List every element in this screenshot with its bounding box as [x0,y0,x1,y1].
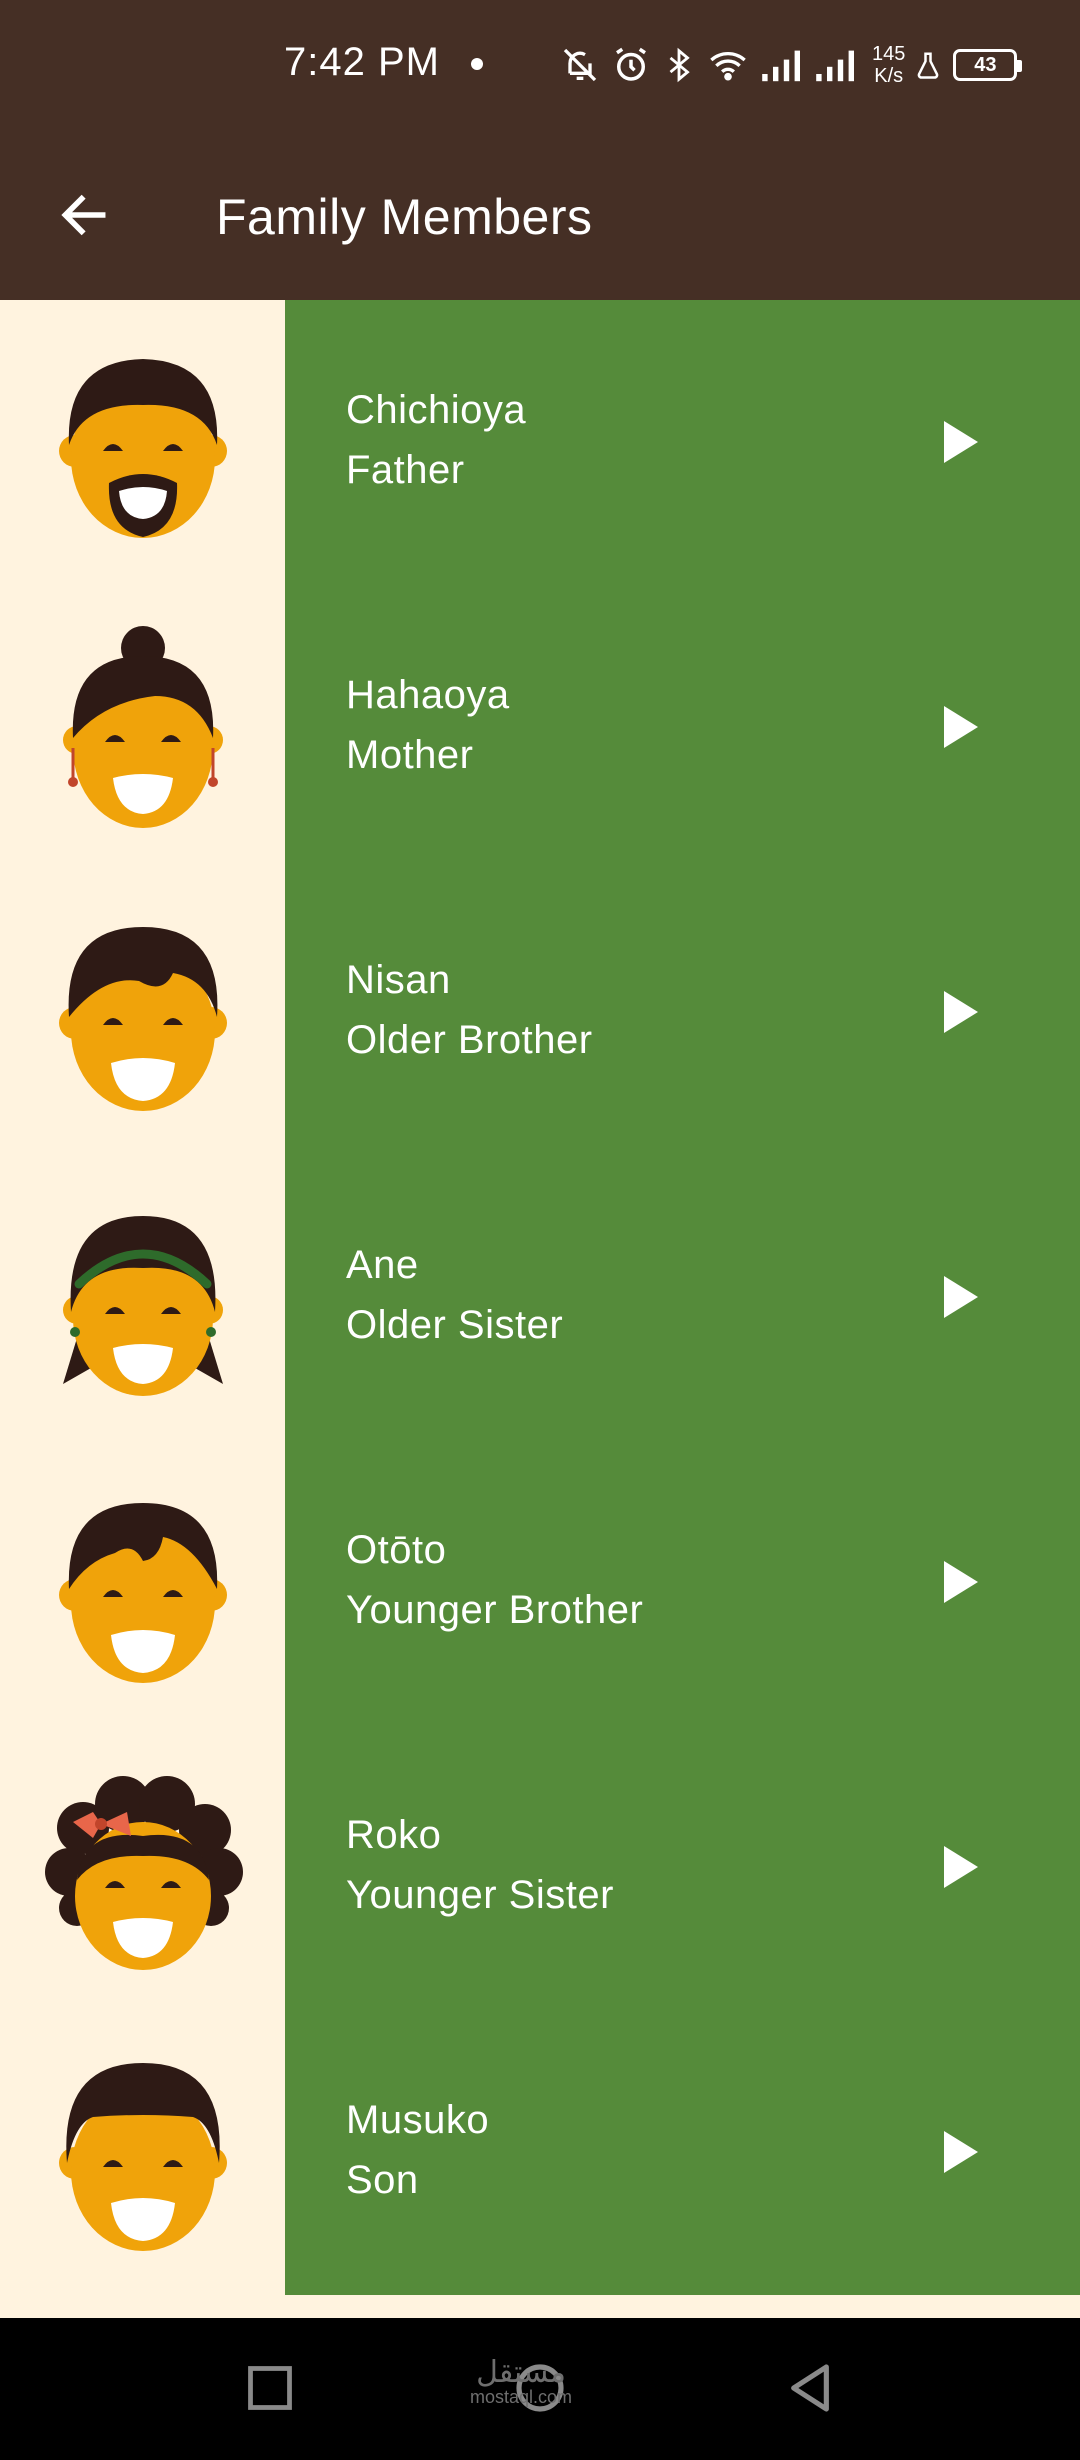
avatar [0,1440,285,1725]
signal-icon [814,47,858,83]
member-japanese: Ane [346,1243,419,1287]
father-icon [58,358,227,538]
play-icon [944,421,978,463]
member-text-cell: Chichioya Father [285,300,1080,585]
square-icon [248,2366,292,2410]
signal-icon [760,47,804,83]
net-speed-value: 145 [872,43,906,65]
member-english: Younger Brother [346,1588,644,1632]
mother-icon [62,625,223,828]
avatar [0,1725,285,2010]
play-button[interactable] [925,692,995,762]
play-icon [944,2131,978,2173]
younger-sister-icon [44,1775,243,1970]
status-icons: 145 K/s 43 [560,40,1023,90]
back-nav-button[interactable] [770,2348,850,2428]
watermark-text: مستقل [476,2356,566,2389]
member-text-cell: Otōto Younger Brother [285,1440,1080,1725]
app-bar: Family Members [0,130,1080,300]
lab-icon [913,48,943,82]
member-english: Son [346,2158,419,2202]
play-icon [944,1561,978,1603]
play-button[interactable] [925,1262,995,1332]
triangle-back-icon [791,2364,829,2412]
play-icon [944,706,978,748]
member-english: Mother [346,733,474,777]
member-japanese: Nisan [346,958,451,1002]
member-text-cell: Hahaoya Mother [285,585,1080,870]
bluetooth-icon [662,45,696,85]
avatar [0,300,285,585]
status-bar: 7:42 PM 145 K/s 43 [0,0,1080,130]
younger-brother-icon [58,1502,227,1683]
battery-level: 43 [974,53,997,76]
list-item[interactable]: Hahaoya Mother [0,585,1080,870]
status-time: 7:42 PM [284,40,440,84]
net-speed-unit: K/s [874,65,904,87]
member-japanese: Hahaoya [346,673,510,717]
list-item[interactable]: Musuko Son [0,2010,1080,2295]
list-item[interactable]: Ane Older Sister [0,1155,1080,1440]
recents-button[interactable] [230,2348,310,2428]
page-title: Family Members [216,189,593,245]
play-button[interactable] [925,1832,995,1902]
member-text-cell: Nisan Older Brother [285,870,1080,1155]
older-sister-icon [62,1215,223,1396]
notification-dot [471,58,483,70]
play-button[interactable] [925,977,995,1047]
older-brother-icon [58,926,227,1111]
battery-icon: 43 [953,49,1023,81]
mute-icon [560,45,600,85]
member-text-cell: Ane Older Sister [285,1155,1080,1440]
list-item[interactable]: Roko Younger Sister [0,1725,1080,2010]
avatar [0,585,285,870]
alarm-icon [610,44,652,86]
play-icon [944,991,978,1033]
member-japanese: Roko [346,1813,442,1857]
wifi-icon [706,45,750,85]
member-text-cell: Musuko Son [285,2010,1080,2295]
member-english: Older Sister [346,1303,564,1347]
avatar [0,870,285,1155]
avatar [0,2010,285,2295]
list-item[interactable]: Otōto Younger Brother [0,1440,1080,1725]
member-japanese: Musuko [346,2098,490,2142]
member-text-cell: Roko Younger Sister [285,1725,1080,2010]
network-speed: 145 K/s [872,43,905,87]
navigation-bar: مستقل mostaql.com [0,2318,1080,2460]
avatar [0,1155,285,1440]
member-english: Older Brother [346,1018,593,1062]
member-japanese: Otōto [346,1528,447,1572]
play-button[interactable] [925,2117,995,2187]
play-button[interactable] [925,407,995,477]
play-button[interactable] [925,1547,995,1617]
watermark-domain: mostaql.com [470,2387,573,2407]
list-item[interactable]: Nisan Older Brother [0,870,1080,1155]
arrow-left-icon [61,194,106,236]
family-members-list: Chichioya Father Hahaoya Mother Nisan Ol… [0,300,1080,2318]
play-icon [944,1276,978,1318]
member-english: Father [346,448,465,492]
list-item[interactable]: Chichioya Father [0,300,1080,585]
son-icon [58,2062,227,2251]
member-japanese: Chichioya [346,388,527,432]
member-english: Younger Sister [346,1873,614,1917]
watermark: مستقل mostaql.com [470,2356,573,2407]
play-icon [944,1846,978,1888]
back-button[interactable] [44,175,124,255]
